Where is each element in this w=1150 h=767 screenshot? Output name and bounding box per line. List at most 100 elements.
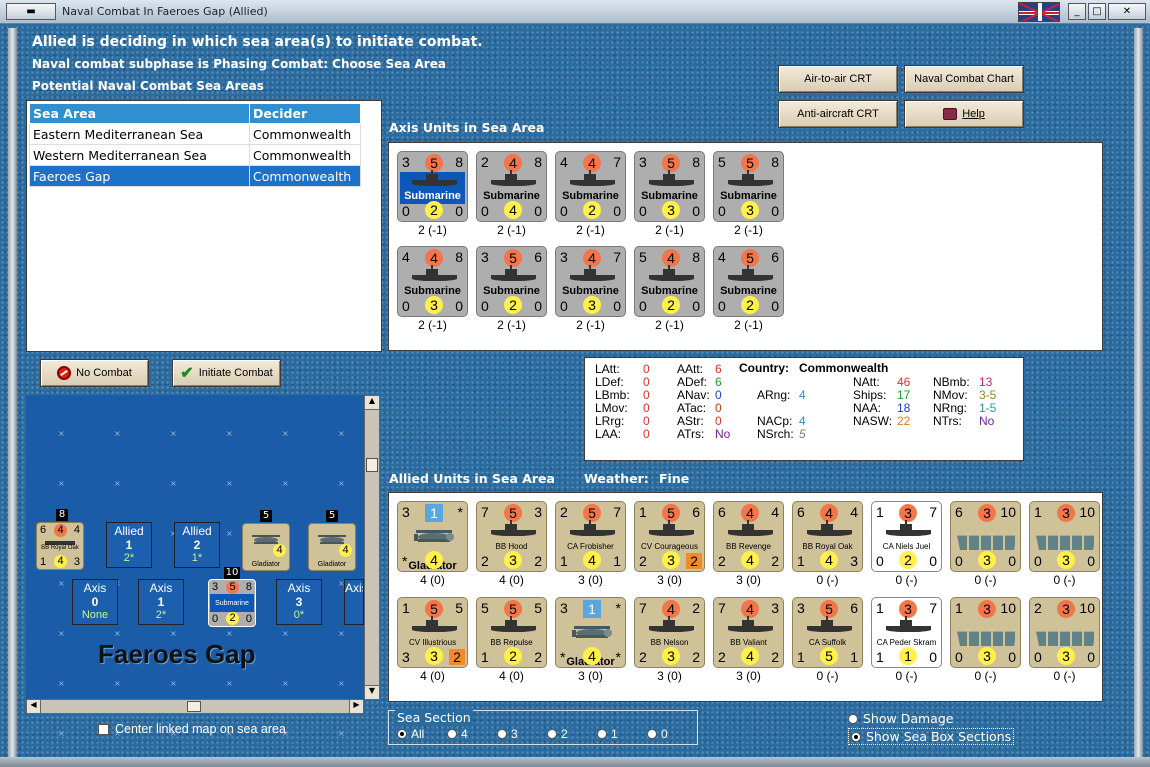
column-header-sea-area[interactable]: Sea Area — [29, 103, 250, 124]
help-button[interactable]: Help — [904, 100, 1024, 128]
aircraft-counter[interactable]: 31*Gladiator*4* — [555, 597, 626, 668]
ship-counter[interactable]: 2 3 10 0 3 0 — [1029, 597, 1100, 668]
stat-key: ARng: — [757, 388, 791, 402]
axis-sea-box-token[interactable]: Axis 3 0* — [276, 579, 322, 625]
sea-section-option-1[interactable]: 1 — [597, 727, 618, 741]
close-button[interactable]: ✕ — [1108, 3, 1146, 20]
submarine-counter[interactable]: 5 5 8 Submarine 0 3 0 — [713, 151, 784, 222]
minimap-vertical-scrollbar[interactable]: ▲ ▼ — [364, 395, 380, 700]
move-value: 10 — [1000, 504, 1016, 520]
unit-caption: 2 (-1) — [576, 318, 605, 332]
ship-counter[interactable]: 5 5 5 BB Repulse 1 2 2 — [476, 597, 547, 668]
range-circle: 3 — [425, 296, 443, 314]
table-row[interactable]: Western Mediterranean Sea Commonwealth — [29, 144, 361, 166]
sea-grid-mark: × — [114, 679, 121, 688]
ship-counter[interactable]: 1 5 6 CV Courageous 2 3 2 — [634, 501, 705, 572]
allied-sea-box-token[interactable]: Allied 1 2* — [106, 522, 152, 568]
minimap-horizontal-scrollbar[interactable]: ◀ ▶ — [26, 699, 364, 714]
sea-section-option-0[interactable]: 0 — [647, 727, 668, 741]
ship-counter[interactable]: 1 3 7 CA Peder Skram 1 1 0 — [871, 597, 942, 668]
submarine-counter[interactable]: 3 5 8 Submarine 0 2 0 — [397, 151, 468, 222]
submarine-counter[interactable]: 2 4 8 Submarine 0 4 0 — [476, 151, 547, 222]
aa-value: 0 — [402, 203, 410, 219]
sea-section-option-4[interactable]: 4 — [447, 727, 468, 741]
radio-label: Show Damage — [863, 711, 954, 726]
ship-counter[interactable]: 6 3 10 0 3 0 — [950, 501, 1021, 572]
axis-sea-box-token[interactable]: Axis 1 2* — [138, 579, 184, 625]
attack-value: 6 — [955, 504, 963, 520]
radio-button[interactable] — [647, 729, 657, 739]
show-sea-box-sections-radio[interactable]: Show Sea Box Sections — [848, 728, 1015, 745]
sea-area-table: Sea Area Decider Eastern Mediterranean S… — [26, 100, 382, 352]
center-link-checkbox[interactable]: Center linked map on sea area — [98, 722, 286, 736]
ship-counter[interactable]: 1 5 5 CV Illustrious 3 3 2 — [397, 597, 468, 668]
ship-counter[interactable]: 1 3 10 0 3 0 — [950, 597, 1021, 668]
scroll-left-arrow-icon[interactable]: ◀ — [27, 700, 41, 713]
sea-grid-mark: × — [58, 679, 65, 688]
submarine-counter[interactable]: 3 5 6 Submarine 0 2 0 — [476, 246, 547, 317]
ship-counter[interactable]: 7 5 3 BB Hood 2 3 2 — [476, 501, 547, 572]
sea-section-option-all[interactable]: All — [397, 727, 424, 741]
sea-section-option-2[interactable]: 2 — [547, 727, 568, 741]
gladiator-counter[interactable]: 4 Gladiator — [242, 523, 290, 571]
radio-button[interactable] — [848, 713, 858, 724]
scroll-down-arrow-icon[interactable]: ▼ — [365, 685, 379, 699]
anti-aircraft-crt-button[interactable]: Anti-aircraft CRT — [778, 100, 898, 128]
ship-counter[interactable]: 6 4 4 BB Royal Oak 1 4 3 — [792, 501, 863, 572]
decider-cell: Commonwealth — [249, 165, 361, 187]
attack-value: 1 — [402, 600, 410, 616]
range-circle: 3 — [662, 551, 680, 569]
system-menu-button[interactable]: ▬ — [6, 3, 56, 20]
checkbox-box[interactable] — [98, 723, 109, 735]
submarine-counter[interactable]: 3 5 8 Submarine 0 3 0 — [634, 151, 705, 222]
scroll-thumb[interactable] — [366, 458, 378, 472]
scroll-right-arrow-icon[interactable]: ▶ — [349, 700, 363, 713]
submarine-counter[interactable]: 4 4 8 Submarine 0 3 0 — [397, 246, 468, 317]
submarine-icon — [491, 170, 536, 186]
naval-combat-chart-button[interactable]: Naval Combat Chart — [904, 65, 1024, 93]
ship-counter[interactable]: 2 5 7 CA Frobisher 1 4 1 — [555, 501, 626, 572]
radio-button[interactable] — [447, 729, 457, 739]
stat-value: 22 — [897, 414, 911, 428]
radio-button[interactable] — [547, 729, 557, 739]
maximize-button[interactable]: □ — [1088, 3, 1106, 20]
minimize-button[interactable]: _ — [1068, 3, 1086, 20]
ship-counter[interactable]: 7 4 3 BB Valiant 2 4 2 — [713, 597, 784, 668]
aircraft-counter[interactable]: 31*Gladiator*4 — [397, 501, 468, 572]
radio-label: 2 — [561, 727, 568, 741]
column-header-decider[interactable]: Decider — [249, 103, 361, 124]
royal-oak-counter[interactable]: 6 4 4 BB Royal Oak 1 4 3 — [36, 522, 84, 570]
axis-sea-box-token[interactable]: Axis — [344, 579, 364, 625]
submarine-counter[interactable]: 3 4 7 Submarine 0 3 0 — [555, 246, 626, 317]
radio-button[interactable] — [497, 729, 507, 739]
ship-counter[interactable]: 7 4 2 BB Nelson 2 3 2 — [634, 597, 705, 668]
sea-area-minimap[interactable]: ××××××××××××××××××××××××××××××××××××××××… — [26, 395, 364, 738]
air-to-air-crt-button[interactable]: Air-to-air CRT — [778, 65, 898, 93]
submarine-counter[interactable]: 5 4 8 Submarine 0 2 0 — [634, 246, 705, 317]
scroll-thumb[interactable] — [187, 701, 201, 712]
sea-section-option-3[interactable]: 3 — [497, 727, 518, 741]
submarine-counter[interactable]: 3 5 8 Submarine 0 2 0 — [208, 579, 256, 627]
initiate-combat-button[interactable]: ✔ Initiate Combat — [172, 359, 281, 387]
radio-button[interactable] — [597, 729, 607, 739]
ship-counter[interactable]: 1 3 10 0 3 0 — [1029, 501, 1100, 572]
aa-value: 1 — [797, 553, 805, 569]
scroll-up-arrow-icon[interactable]: ▲ — [365, 396, 379, 410]
move-value: 8 — [771, 154, 779, 170]
ship-counter[interactable]: 6 4 4 BB Revenge 2 4 2 — [713, 501, 784, 572]
allied-sea-box-token[interactable]: Allied 2 1* — [174, 522, 220, 568]
range-circle: 3 — [583, 296, 601, 314]
radio-button[interactable] — [397, 729, 407, 739]
ship-counter[interactable]: 1 3 7 CA Niels Juel 0 2 0 — [871, 501, 942, 572]
show-damage-radio[interactable]: Show Damage — [848, 711, 953, 726]
no-combat-button[interactable]: No Combat — [40, 359, 149, 387]
submarine-counter[interactable]: 4 5 6 Submarine 0 2 0 — [713, 246, 784, 317]
table-row-selected[interactable]: Faeroes Gap Commonwealth — [29, 165, 361, 187]
axis-sea-box-token[interactable]: Axis 0 None — [72, 579, 118, 625]
radio-button[interactable] — [851, 731, 861, 742]
attack-value: 5 — [639, 249, 647, 265]
ship-counter[interactable]: 3 5 6 CA Suffolk 1 5 1 — [792, 597, 863, 668]
table-row[interactable]: Eastern Mediterranean Sea Commonwealth — [29, 123, 361, 145]
gladiator-counter[interactable]: 4 Gladiator — [308, 523, 356, 571]
submarine-counter[interactable]: 4 4 7 Submarine 0 2 0 — [555, 151, 626, 222]
